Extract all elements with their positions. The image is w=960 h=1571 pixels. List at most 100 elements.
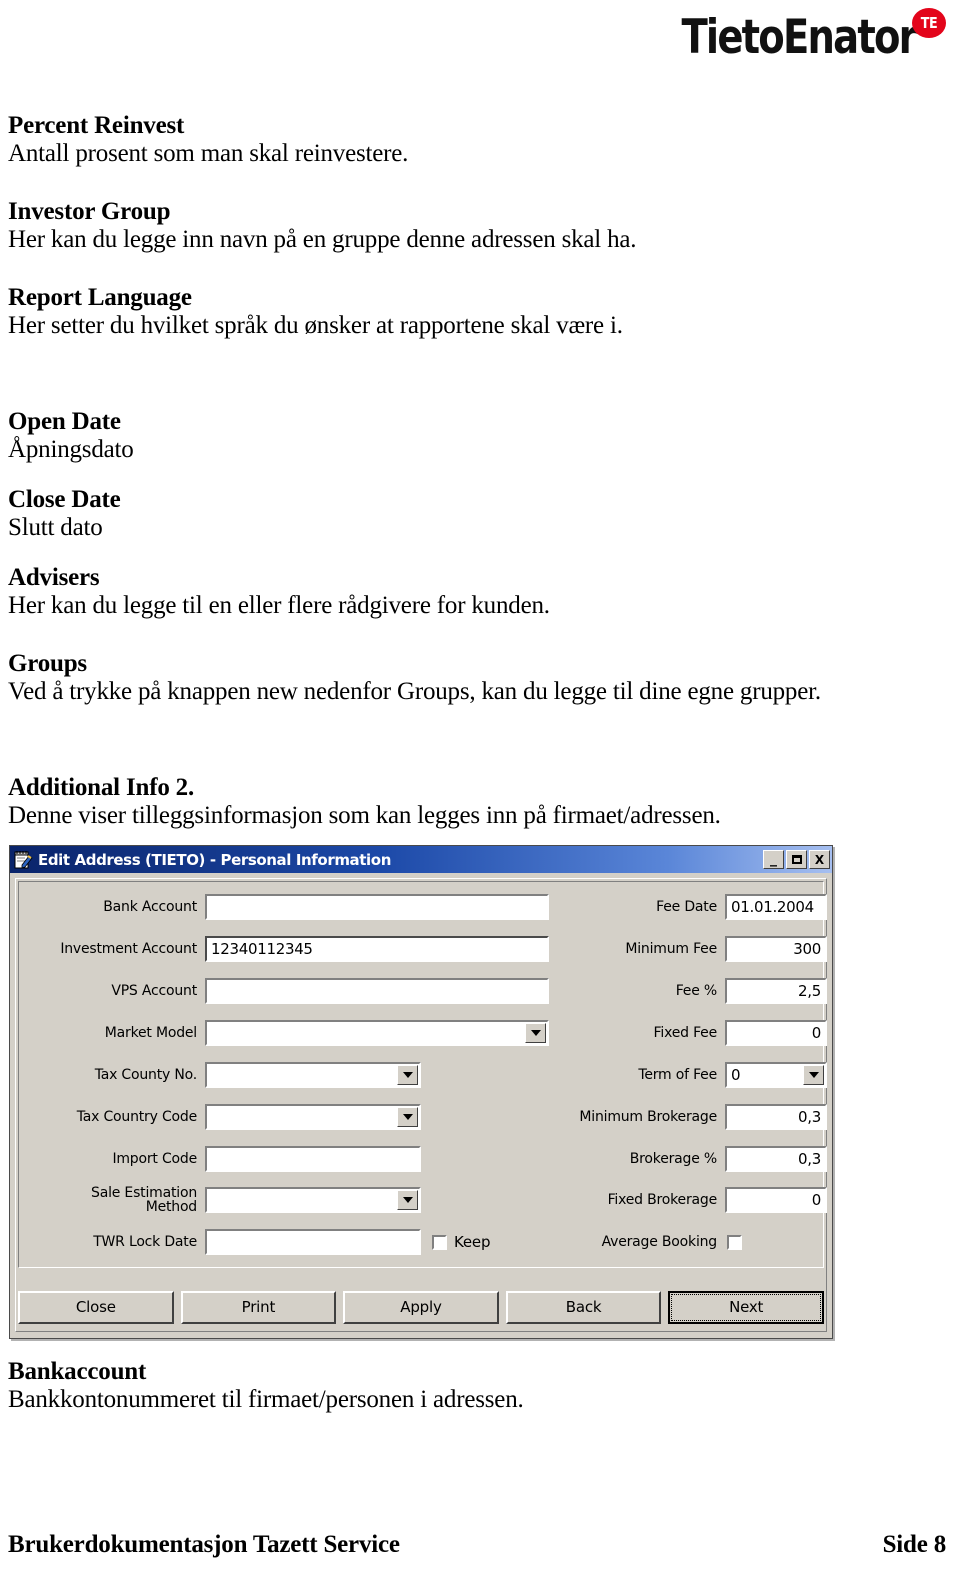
section-additional-info-2: Additional Info 2. Denne viser tilleggsi… (8, 774, 888, 830)
section-description: Denne viser tilleggsinformasjon som kan … (8, 802, 721, 829)
input-investment-account[interactable]: 12340112345 (205, 936, 549, 962)
combobox-tax-country-code[interactable] (205, 1104, 421, 1130)
input-fee-date[interactable]: 01.01.2004 (725, 894, 827, 920)
chevron-down-icon[interactable] (397, 1065, 418, 1085)
section-term: Investor Group (8, 198, 171, 225)
close-icon: X (814, 852, 825, 867)
section-percent-reinvest: Percent Reinvest Antall prosent som man … (8, 112, 888, 168)
print-button[interactable]: Print (180, 1290, 337, 1324)
section-term: Additional Info 2. (8, 774, 195, 801)
checkbox-average-booking[interactable] (727, 1234, 742, 1250)
label-tax-county-no: Tax County No. (94, 1066, 198, 1083)
input-brokerage-percent[interactable]: 0,3 (725, 1146, 827, 1172)
chevron-down-icon[interactable] (803, 1065, 824, 1085)
label-keep: Keep (454, 1233, 491, 1251)
label-bank-account: Bank Account (103, 898, 197, 915)
input-fee-percent[interactable]: 2,5 (725, 978, 827, 1004)
dialog-title: Edit Address (TIETO) - Personal Informat… (38, 850, 391, 869)
combobox-term-of-fee[interactable]: 0 (725, 1062, 827, 1088)
apply-button[interactable]: Apply (343, 1290, 499, 1324)
label-minimum-fee: Minimum Fee (625, 940, 717, 957)
field-row-tax-country-code: Tax Country Code (19, 1102, 439, 1132)
section-description: Her kan du legge inn navn på en gruppe d… (8, 226, 637, 253)
input-bank-account[interactable] (205, 894, 549, 920)
section-term: Groups (8, 650, 87, 677)
field-row-vps-account: VPS Account (19, 976, 549, 1006)
value-investment-account: 12340112345 (211, 940, 313, 958)
next-button-label: Next (671, 1293, 821, 1321)
section-term: Report Language (8, 284, 192, 311)
field-row-bank-account: Bank Account (19, 892, 549, 922)
value-fixed-fee: 0 (811, 1024, 822, 1042)
minimize-button[interactable]: _ (763, 850, 784, 869)
label-tax-country-code: Tax Country Code (76, 1108, 197, 1125)
combobox-tax-county-no[interactable] (205, 1062, 421, 1088)
field-row-minimum-fee: Minimum Fee 300 (539, 934, 827, 964)
input-fixed-brokerage[interactable]: 0 (725, 1187, 827, 1213)
section-bankaccount: Bankaccount Bankkontonummeret til firmae… (8, 1358, 888, 1414)
next-button[interactable]: Next (668, 1290, 824, 1324)
section-term: Open Date (8, 408, 121, 435)
section-description: Slutt dato (8, 514, 103, 541)
value-fixed-brokerage: 0 (811, 1191, 822, 1209)
label-fee-date: Fee Date (656, 898, 717, 915)
close-window-button[interactable]: X (809, 850, 830, 869)
dialog-button-bar: Close Print Apply Back Next (18, 1287, 824, 1327)
field-row-import-code: Import Code (19, 1144, 439, 1174)
section-description: Bankkontonummeret til firmaet/personen i… (8, 1386, 524, 1413)
field-row-investment-account: Investment Account 12340112345 (19, 934, 549, 964)
minimize-icon: _ (770, 851, 777, 867)
label-fixed-brokerage: Fixed Brokerage (607, 1191, 718, 1208)
input-minimum-brokerage[interactable]: 0,3 (725, 1104, 827, 1130)
section-close-date: Close Date Slutt dato (8, 486, 888, 542)
combobox-sale-estimation-method[interactable] (205, 1187, 421, 1213)
label-vps-account: VPS Account (111, 982, 197, 999)
label-sale-estimation-method: Sale Estimation Method (91, 1185, 197, 1215)
window-controls: _ X (763, 850, 830, 869)
input-import-code[interactable] (205, 1146, 421, 1172)
combobox-market-model[interactable] (205, 1020, 549, 1046)
page-footer: Brukerdokumentasjon Tazett Service Side … (8, 1531, 946, 1559)
input-minimum-fee[interactable]: 300 (725, 936, 827, 962)
close-button-label: Close (75, 1298, 116, 1316)
section-term: Bankaccount (8, 1358, 147, 1385)
input-twr-lock-date[interactable] (205, 1229, 421, 1255)
section-term: Advisers (8, 564, 100, 591)
maximize-button[interactable] (786, 850, 807, 869)
close-button[interactable]: Close (18, 1290, 174, 1324)
logo-badge-text: TE (920, 14, 938, 32)
maximize-icon (787, 851, 806, 868)
label-market-model: Market Model (104, 1024, 197, 1041)
input-fixed-fee[interactable]: 0 (725, 1020, 827, 1046)
label-brokerage-percent: Brokerage % (629, 1150, 717, 1167)
field-row-fee-date: Fee Date 01.01.2004 (539, 892, 827, 922)
tietoenator-logo: TietoEnator TE (646, 8, 946, 70)
chevron-down-icon[interactable] (397, 1190, 418, 1210)
chevron-down-icon[interactable] (397, 1107, 418, 1127)
checkbox-keep[interactable] (432, 1234, 447, 1250)
value-minimum-brokerage: 0,3 (798, 1108, 821, 1126)
back-button[interactable]: Back (505, 1290, 662, 1324)
label-investment-account: Investment Account (60, 940, 197, 957)
print-button-label: Print (241, 1298, 276, 1316)
label-import-code: Import Code (112, 1150, 197, 1167)
section-term: Percent Reinvest (8, 112, 185, 139)
value-fee-percent: 2,5 (798, 982, 821, 1000)
section-term: Close Date (8, 486, 121, 513)
section-description: Her setter du hvilket språk du ønsker at… (8, 312, 623, 339)
dialog-title-bar[interactable]: Edit Address (TIETO) - Personal Informat… (10, 846, 832, 873)
input-vps-account[interactable] (205, 978, 549, 1004)
logo-te-badge: TE (912, 8, 946, 38)
dialog-client-area: Bank Account Investment Account 12340112… (15, 878, 827, 1332)
value-brokerage-percent: 0,3 (798, 1150, 821, 1168)
label-twr-lock-date: TWR Lock Date (93, 1233, 197, 1250)
section-advisers: Advisers Her kan du legge til en eller f… (8, 564, 888, 620)
field-row-minimum-brokerage: Minimum Brokerage 0,3 (539, 1102, 827, 1132)
field-row-tax-county-no: Tax County No. (19, 1060, 439, 1090)
label-fee-percent: Fee % (675, 982, 717, 999)
field-row-twr-lock-date: TWR Lock Date Keep (19, 1227, 519, 1257)
section-investor-group: Investor Group Her kan du legge inn navn… (8, 198, 888, 254)
label-fixed-fee: Fixed Fee (653, 1024, 718, 1041)
field-row-fixed-fee: Fixed Fee 0 (539, 1018, 827, 1048)
field-row-fixed-brokerage: Fixed Brokerage 0 (539, 1185, 827, 1215)
